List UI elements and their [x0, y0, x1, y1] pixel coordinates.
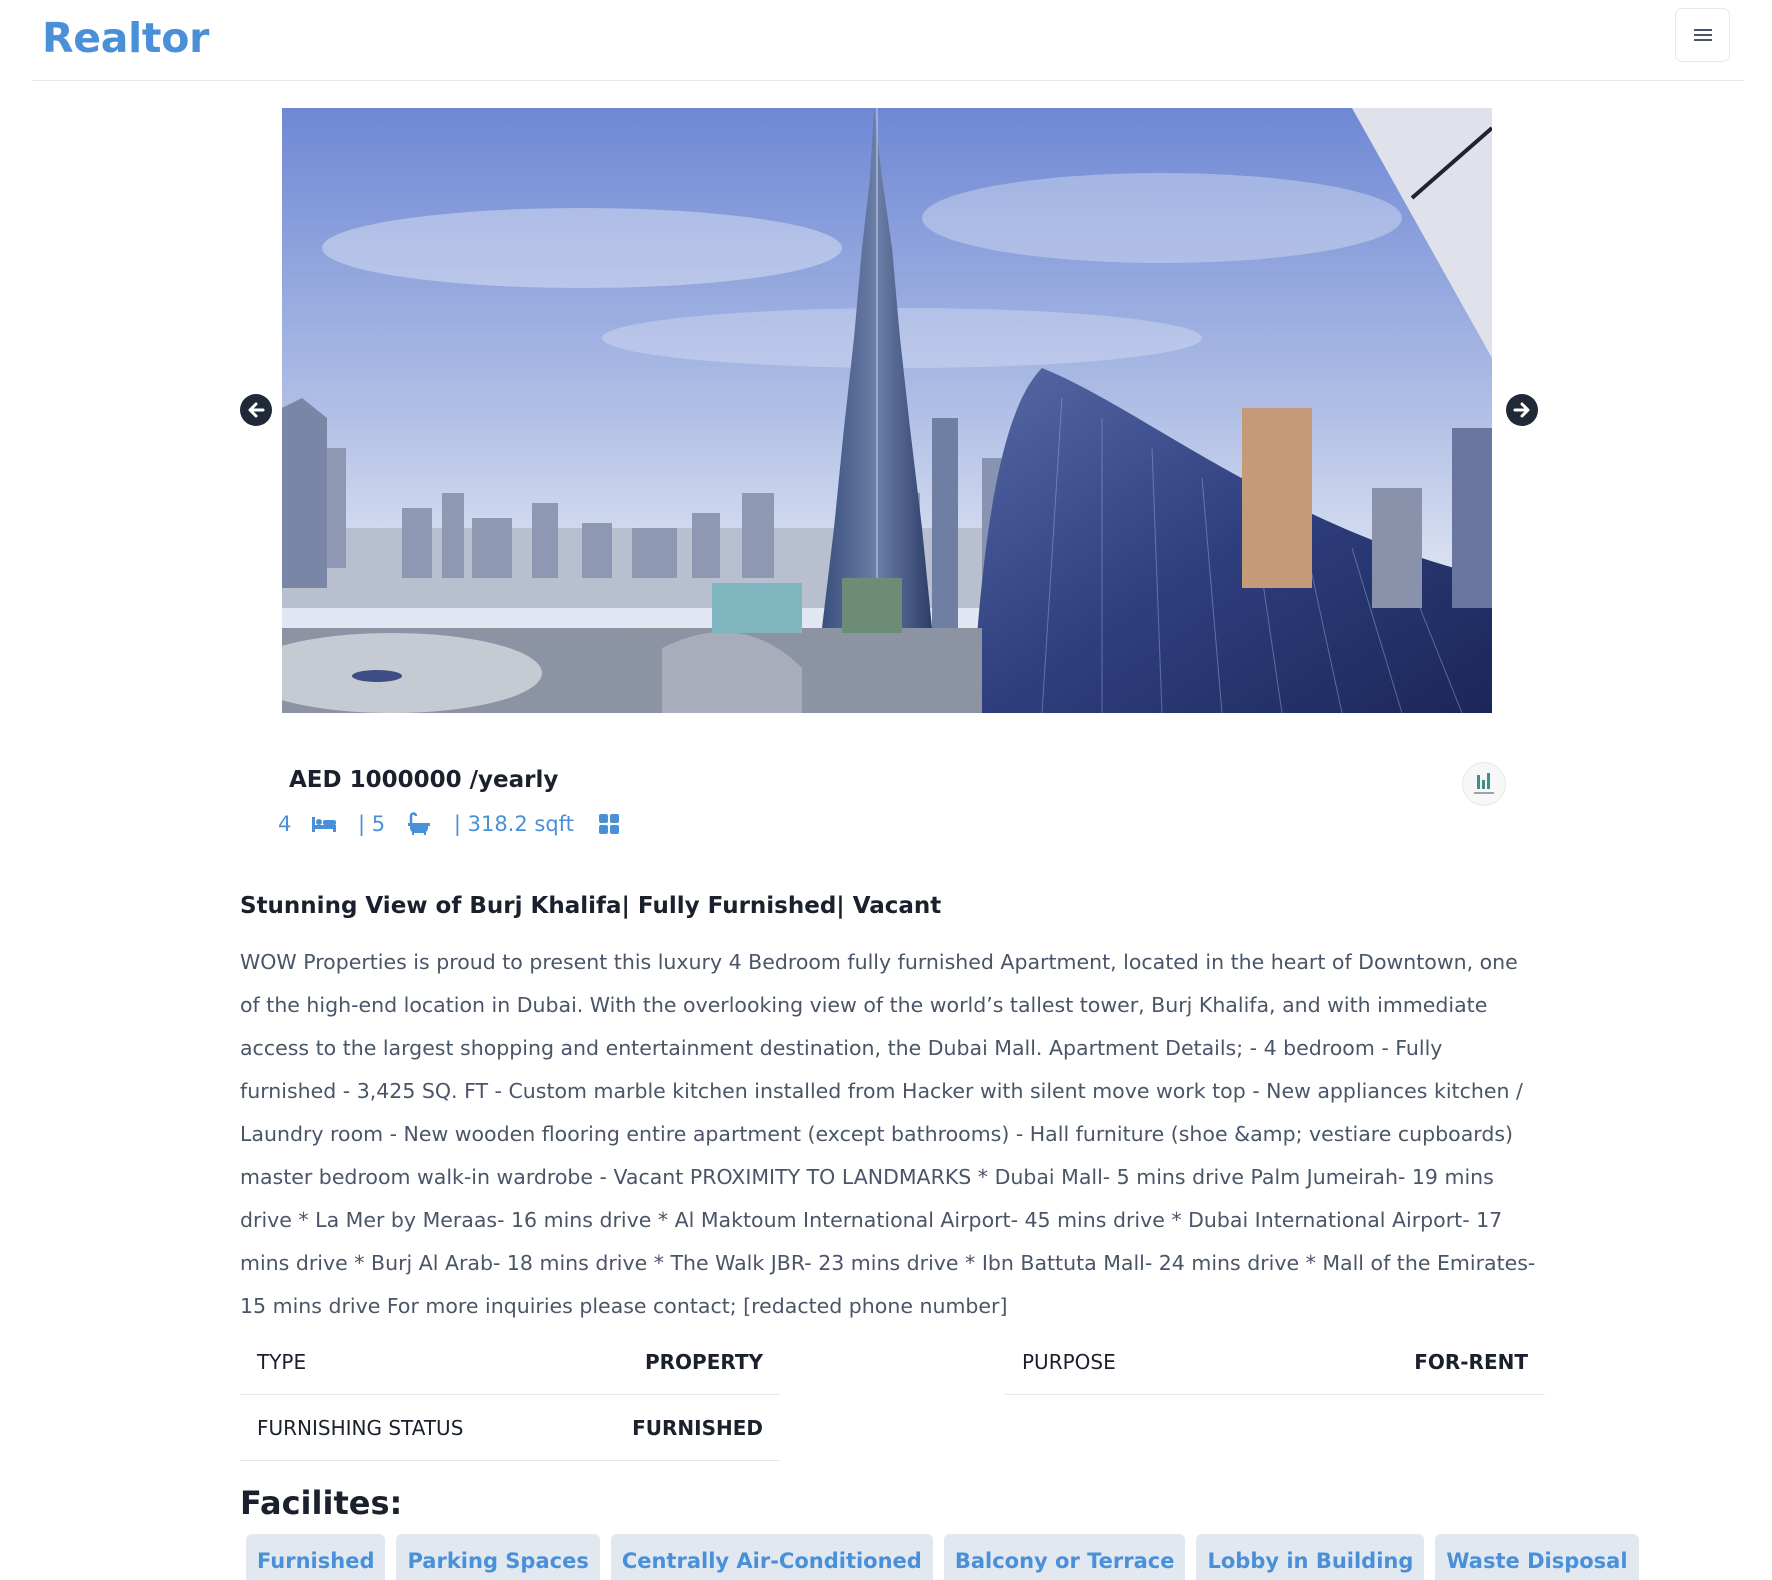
- purpose-label: PURPOSE: [1022, 1349, 1116, 1374]
- facility-tags: Furnished Parking Spaces Centrally Air-C…: [246, 1534, 1639, 1580]
- facility-tag: Waste Disposal: [1435, 1534, 1639, 1580]
- bath-icon: [408, 812, 431, 835]
- furnishing-value: FURNISHED: [632, 1415, 763, 1440]
- facility-tag: Centrally Air-Conditioned: [610, 1534, 933, 1580]
- furnishing-label: FURNISHING STATUS: [257, 1415, 464, 1440]
- facility-tag: Parking Spaces: [396, 1534, 600, 1580]
- grid-icon: [598, 814, 619, 834]
- navbar: Realtor: [32, 0, 1744, 81]
- area-sqft: | 318.2 sqft: [447, 812, 574, 836]
- type-label: TYPE: [257, 1349, 307, 1374]
- facility-tag: Furnished: [246, 1534, 386, 1580]
- facility-tag: Lobby in Building: [1196, 1534, 1425, 1580]
- agency-logo[interactable]: [1462, 762, 1506, 806]
- carousel-prev-button[interactable]: [240, 394, 272, 426]
- purpose-value: FOR-RENT: [1414, 1349, 1528, 1374]
- facilities-heading: Facilites:: [240, 1484, 403, 1522]
- brand-logo[interactable]: Realtor: [42, 14, 209, 62]
- listing-description: WOW Properties is proud to present this …: [240, 950, 1536, 1318]
- listing-title: Stunning View of Burj Khalifa| Fully Fur…: [240, 893, 942, 919]
- bed-icon: [312, 817, 337, 832]
- bedroom-count: 4: [278, 812, 292, 836]
- listing-price: AED 1000000 /yearly: [289, 767, 559, 793]
- type-value: PROPERTY: [644, 1349, 763, 1374]
- arrow-left-circle-icon: [248, 402, 265, 418]
- carousel-next-button[interactable]: [1506, 394, 1538, 426]
- facility-tag: Balcony or Terrace: [943, 1534, 1186, 1580]
- property-photo: [282, 108, 1492, 713]
- detail-row-purpose: PURPOSE FOR-RENT: [1005, 1329, 1545, 1395]
- hamburger-menu-icon: [1693, 29, 1712, 41]
- menu-button[interactable]: [1675, 8, 1730, 62]
- bathroom-count: | 5: [351, 812, 386, 836]
- burj-khalifa-photo: [282, 108, 1492, 713]
- arrow-right-circle-icon: [1513, 402, 1530, 418]
- agency-logo-icon: [1474, 773, 1494, 794]
- detail-row-furnishing: FURNISHING STATUS FURNISHED: [240, 1395, 780, 1461]
- detail-row-type: TYPE PROPERTY: [240, 1329, 780, 1395]
- property-stats: 4 | 5 | 318.2 sqft: [278, 812, 620, 836]
